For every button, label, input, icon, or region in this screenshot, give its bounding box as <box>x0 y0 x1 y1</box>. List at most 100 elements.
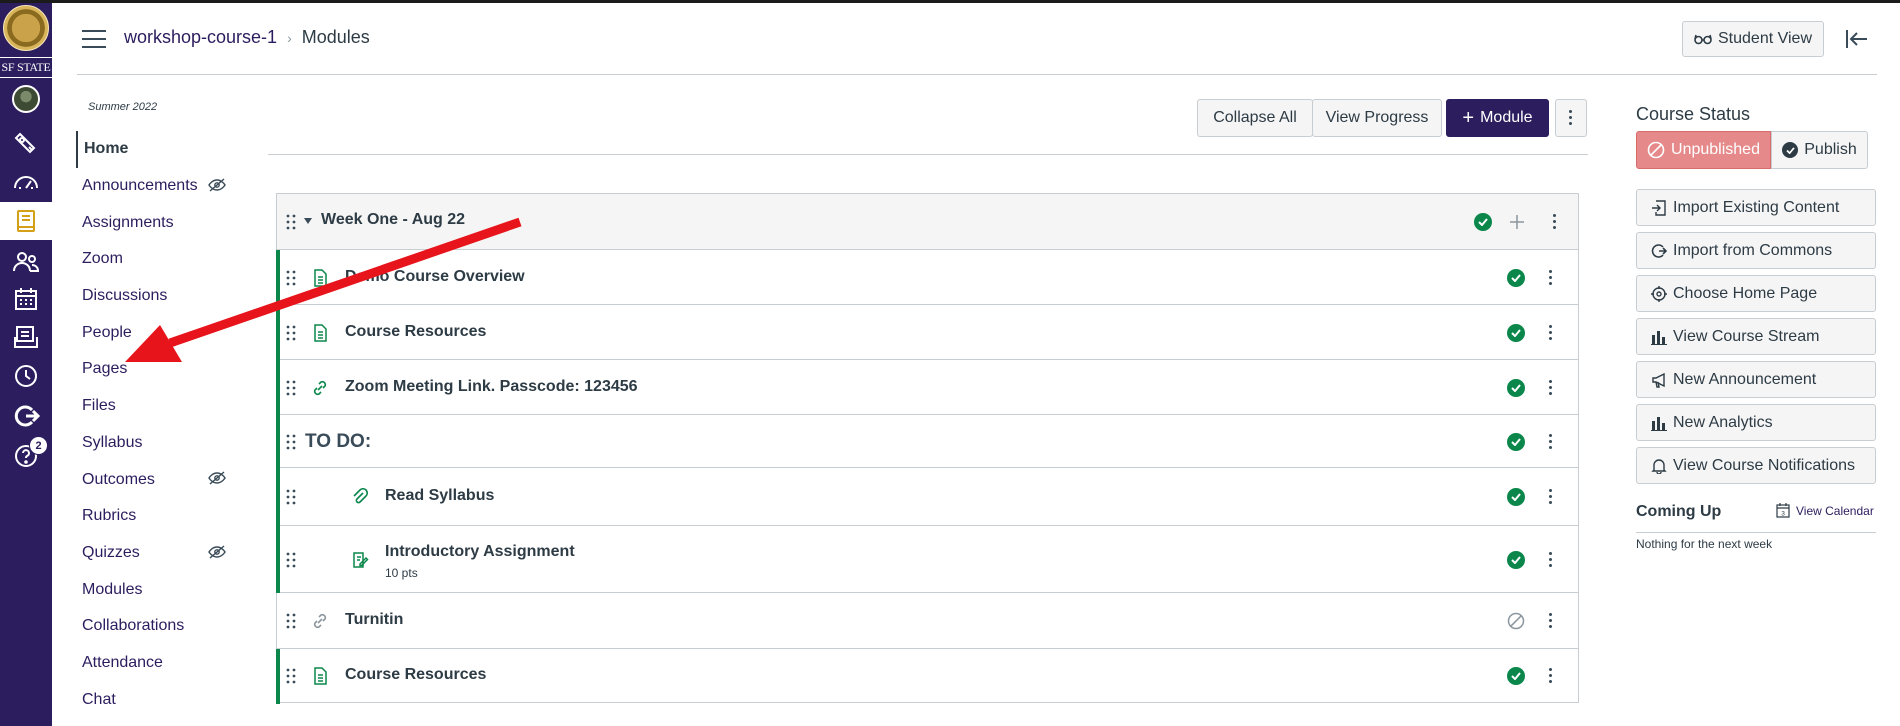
module-item-title[interactable]: Course Resources <box>345 666 486 684</box>
drag-handle-icon[interactable] <box>286 489 296 505</box>
item-options-icon[interactable] <box>1549 551 1553 568</box>
item-options-icon[interactable] <box>1549 269 1553 286</box>
course-nav-item-chat[interactable]: Chat <box>76 681 236 718</box>
account-avatar-icon[interactable] <box>10 83 42 115</box>
course-nav-item-zoom[interactable]: Zoom <box>76 241 236 278</box>
collapse-caret-icon[interactable] <box>304 218 312 224</box>
item-options-icon[interactable] <box>1549 489 1553 505</box>
course-nav-label: Assignments <box>82 213 174 231</box>
history-icon[interactable] <box>10 360 42 392</box>
published-check-icon[interactable] <box>1507 667 1525 685</box>
drag-handle-icon[interactable] <box>286 552 296 568</box>
calendar-day-number: 3 <box>1781 511 1785 518</box>
help-icon[interactable]: 2 <box>10 436 48 472</box>
new-announcement-button[interactable]: New Announcement <box>1636 361 1876 398</box>
module-header[interactable]: Week One - Aug 22 <box>277 194 1578 250</box>
toolbar-more-options-icon[interactable] <box>1555 99 1587 137</box>
commons-icon[interactable] <box>10 400 42 432</box>
module-options-icon[interactable] <box>1553 214 1557 230</box>
published-check-icon[interactable] <box>1507 432 1525 451</box>
university-seal-logo[interactable] <box>3 5 49 51</box>
glasses-icon <box>1694 34 1712 45</box>
module-item-row[interactable]: Introductory Assignment 10 pts <box>276 526 1578 593</box>
unpublished-button[interactable]: Unpublished <box>1636 131 1771 169</box>
course-nav-item-syllabus[interactable]: Syllabus <box>76 425 236 462</box>
module-item-row[interactable]: Course Resources <box>276 649 1578 704</box>
drag-handle-icon[interactable] <box>286 434 296 450</box>
course-nav-item-home[interactable]: Home <box>76 131 236 168</box>
sidebar-button-label: Import Existing Content <box>1673 198 1840 216</box>
course-nav-label: Pages <box>82 360 128 378</box>
module-item-row[interactable]: Read Syllabus <box>276 468 1578 526</box>
module-item-title[interactable]: Turnitin <box>345 611 403 629</box>
collapse-sidebar-icon[interactable] <box>1845 28 1869 50</box>
module-item-title[interactable]: Course Resources <box>345 323 486 341</box>
choose-home-page-button[interactable]: Choose Home Page <box>1636 275 1876 312</box>
drag-handle-icon[interactable] <box>286 214 296 230</box>
drag-handle-icon[interactable] <box>286 668 296 684</box>
module-item-row[interactable]: Zoom Meeting Link. Passcode: 123456 <box>276 360 1578 415</box>
published-check-icon[interactable] <box>1507 268 1525 287</box>
item-options-icon[interactable] <box>1549 668 1553 684</box>
view-course-stream-button[interactable]: View Course Stream <box>1636 318 1876 355</box>
courses-icon[interactable] <box>0 202 52 240</box>
module-item-title[interactable]: Introductory Assignment <box>385 543 575 561</box>
drag-handle-icon[interactable] <box>286 380 296 396</box>
course-nav-item-modules[interactable]: Modules <box>76 571 236 608</box>
publish-button[interactable]: Publish <box>1771 131 1868 169</box>
admin-icon[interactable] <box>10 128 42 160</box>
item-options-icon[interactable] <box>1549 613 1553 629</box>
add-item-icon[interactable] <box>1509 214 1525 230</box>
hidden-eye-icon <box>208 471 226 485</box>
breadcrumb-course-link[interactable]: workshop-course-1 <box>124 27 277 48</box>
course-nav-item-files[interactable]: Files <box>76 388 236 425</box>
published-check-icon[interactable] <box>1507 323 1525 342</box>
drag-handle-icon[interactable] <box>286 613 296 629</box>
module-item-title[interactable]: Read Syllabus <box>385 487 494 505</box>
breadcrumb-separator-icon: › <box>287 29 292 46</box>
published-check-icon[interactable] <box>1474 213 1492 231</box>
module-item-title[interactable]: Demo Course Overview <box>345 268 525 286</box>
top-border <box>0 0 1900 3</box>
hamburger-menu-icon[interactable] <box>82 30 106 50</box>
module-item-row[interactable]: Turnitin <box>277 593 1578 649</box>
course-nav-item-discussions[interactable]: Discussions <box>76 278 236 315</box>
dashboard-icon[interactable] <box>10 165 42 197</box>
course-nav-item-people[interactable]: People <box>76 314 236 351</box>
import-from-commons-button[interactable]: Import from Commons <box>1636 232 1876 269</box>
import-existing-content-button[interactable]: Import Existing Content <box>1636 189 1876 226</box>
item-options-icon[interactable] <box>1549 433 1553 450</box>
module-item-title[interactable]: Zoom Meeting Link. Passcode: 123456 <box>345 378 638 396</box>
course-nav-item-quizzes[interactable]: Quizzes <box>76 535 236 572</box>
published-check-icon[interactable] <box>1507 488 1525 506</box>
new-analytics-button[interactable]: New Analytics <box>1636 404 1876 441</box>
link-icon <box>311 379 329 397</box>
course-nav-item-attendance[interactable]: Attendance <box>76 645 236 682</box>
groups-icon[interactable] <box>10 246 42 278</box>
inbox-icon[interactable] <box>10 321 42 353</box>
calendar-icon[interactable] <box>10 283 42 315</box>
view-course-notifications-button[interactable]: View Course Notifications <box>1636 447 1876 484</box>
item-options-icon[interactable] <box>1549 324 1553 341</box>
item-options-icon[interactable] <box>1549 379 1553 396</box>
student-view-button[interactable]: Student View <box>1682 21 1824 57</box>
add-module-button[interactable]: + Module <box>1446 99 1549 137</box>
collapse-all-button[interactable]: Collapse All <box>1197 99 1313 137</box>
course-nav-item-pages[interactable]: Pages <box>76 351 236 388</box>
module-container: Week One - Aug 22 Demo Course Overview Co… <box>276 193 1579 704</box>
module-item-row[interactable]: Course Resources <box>276 305 1578 360</box>
published-check-icon[interactable] <box>1507 550 1525 569</box>
course-nav-item-assignments[interactable]: Assignments <box>76 204 236 241</box>
unpublished-icon[interactable] <box>1507 612 1525 630</box>
view-progress-button[interactable]: View Progress <box>1312 99 1442 137</box>
published-check-icon[interactable] <box>1507 378 1525 397</box>
drag-handle-icon[interactable] <box>286 325 296 341</box>
course-nav-item-rubrics[interactable]: Rubrics <box>76 498 236 535</box>
module-item-row[interactable]: TO DO: <box>276 415 1578 468</box>
course-nav-item-outcomes[interactable]: Outcomes <box>76 461 236 498</box>
view-calendar-link[interactable]: 3 View Calendar <box>1776 503 1874 518</box>
course-nav-item-collaborations[interactable]: Collaborations <box>76 608 236 645</box>
module-item-row[interactable]: Demo Course Overview <box>276 250 1578 305</box>
course-nav-item-announcements[interactable]: Announcements <box>76 168 236 205</box>
drag-handle-icon[interactable] <box>286 270 296 286</box>
